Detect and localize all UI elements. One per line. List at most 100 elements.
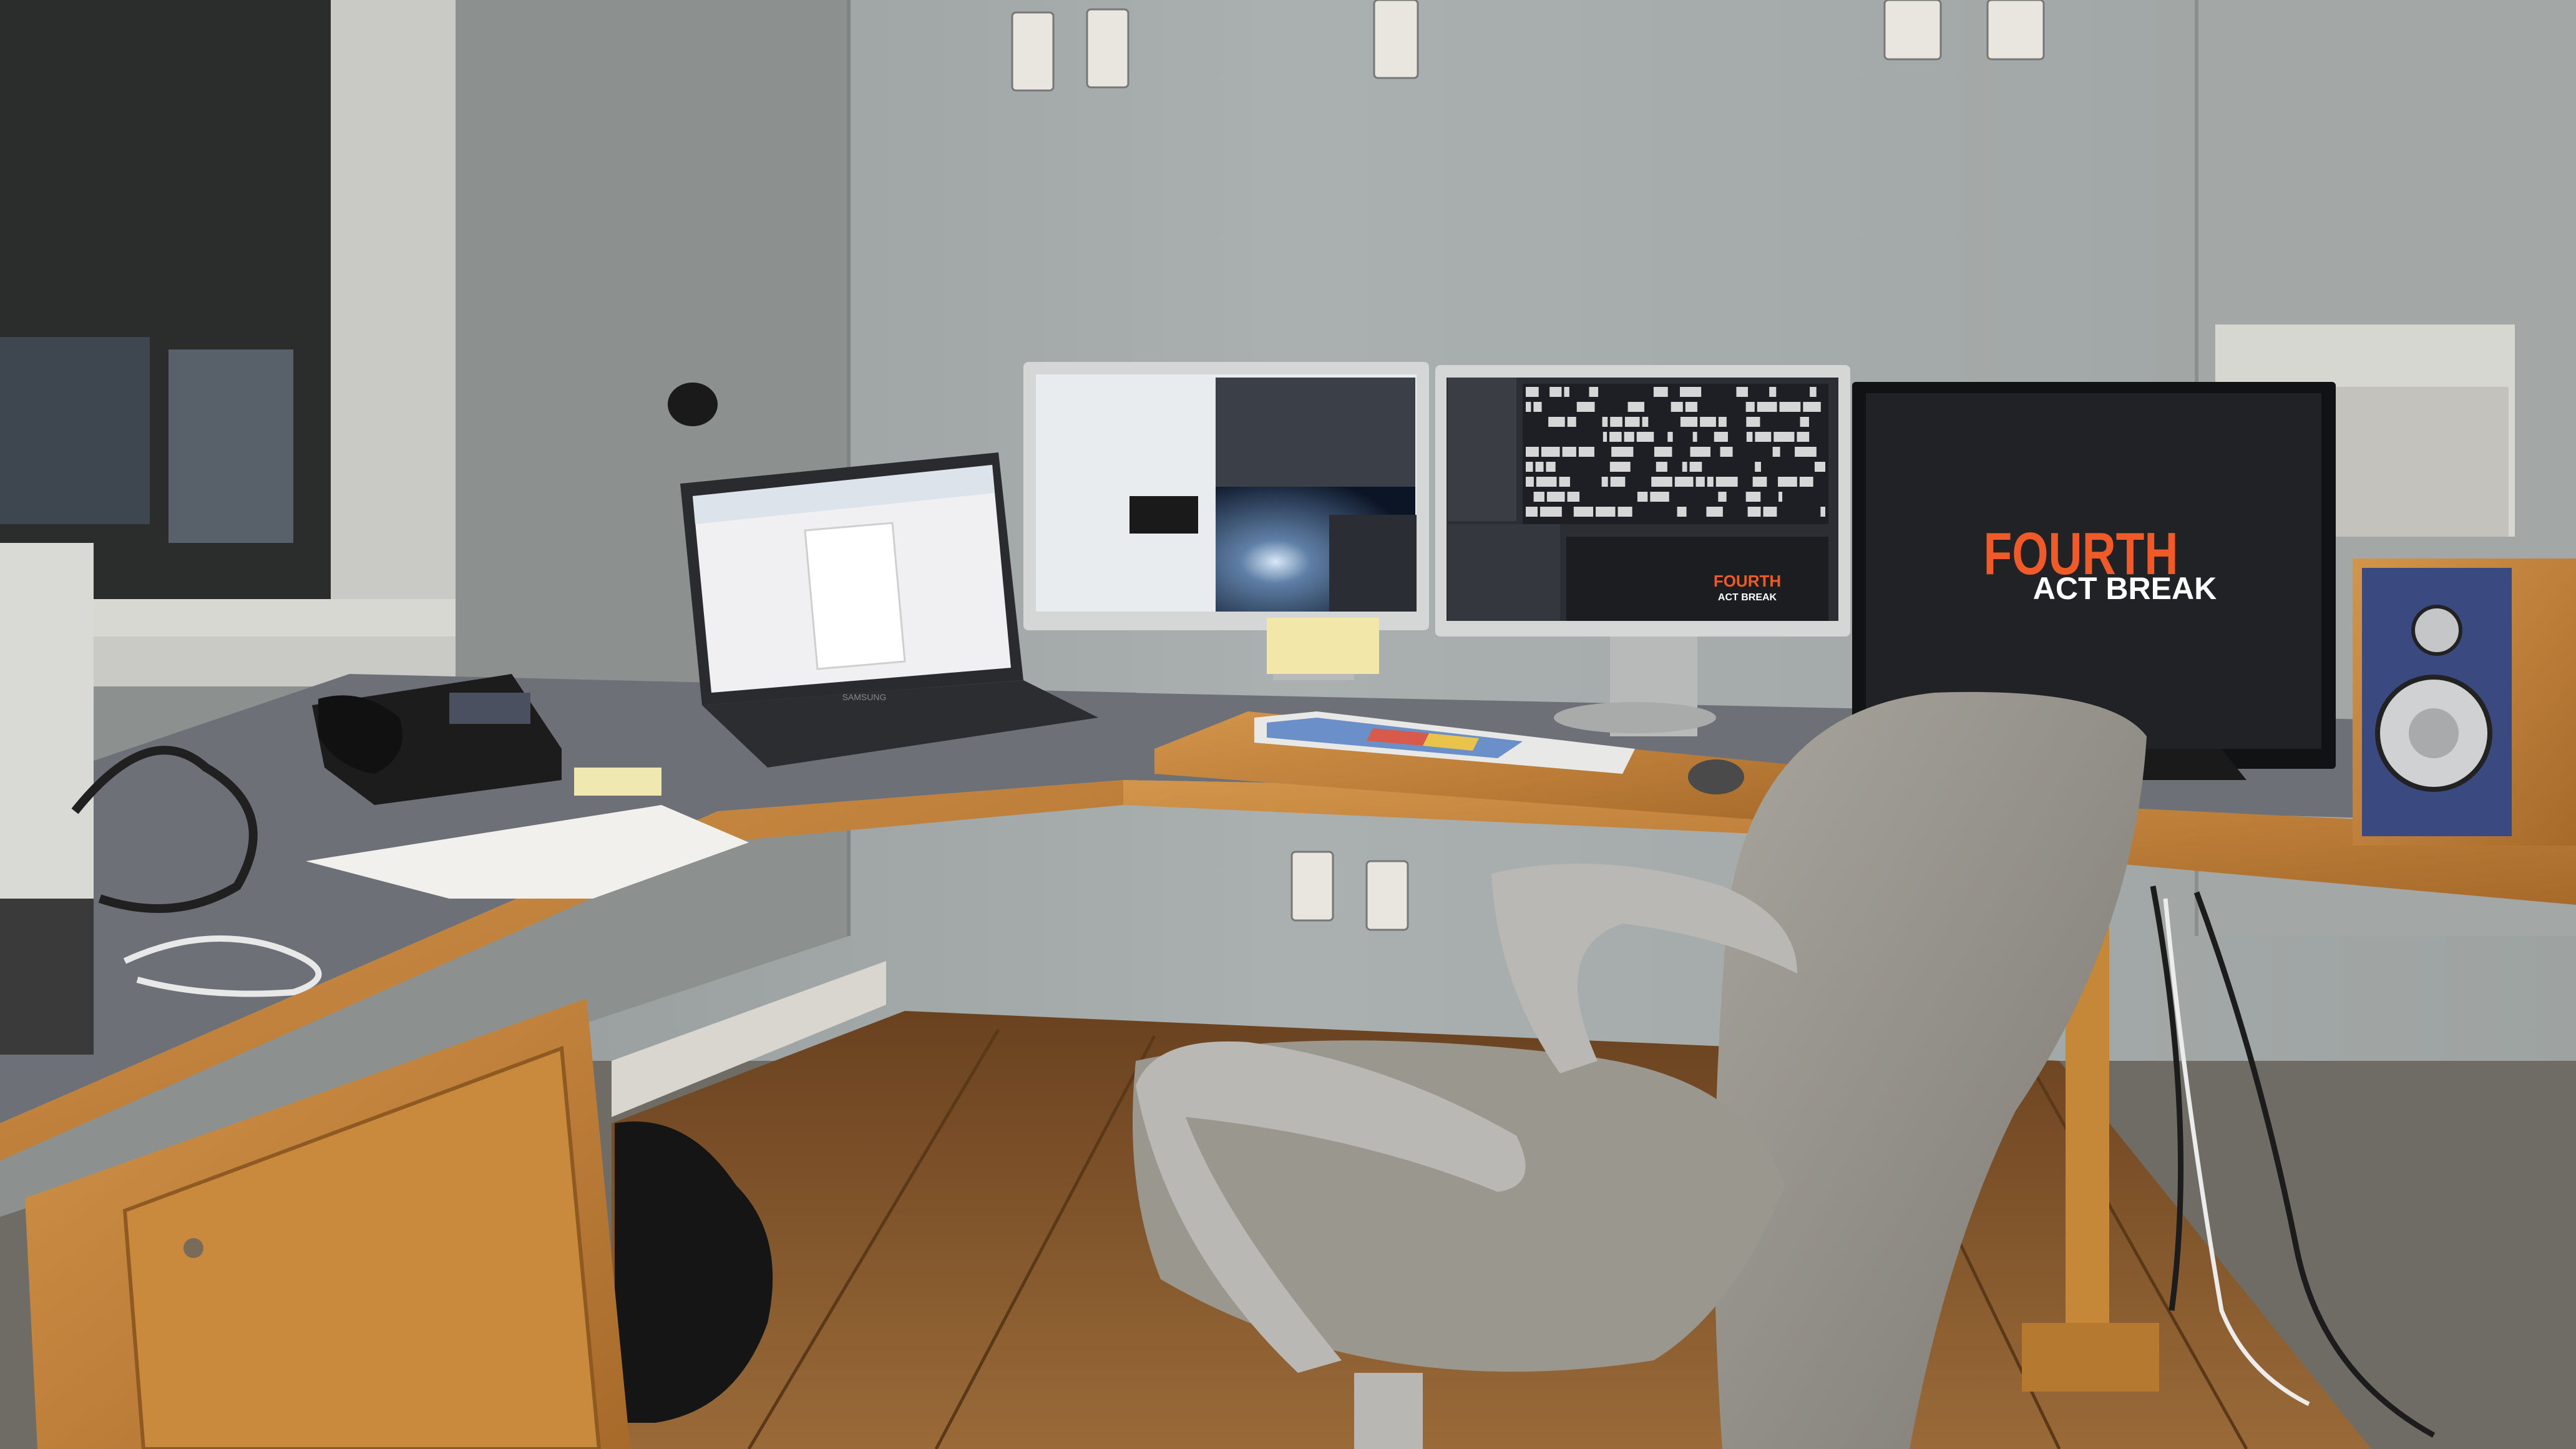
timeline-clip xyxy=(1745,492,1761,502)
speaker-tweeter xyxy=(2411,605,2462,656)
timeline-clip xyxy=(1746,432,1753,442)
timeline-clip xyxy=(1654,447,1672,457)
timeline-clip xyxy=(1720,447,1733,457)
wall-outlet xyxy=(1086,8,1129,89)
reflected-monitor-1 xyxy=(0,337,150,524)
timeline-clip xyxy=(1714,432,1728,442)
timeline-clip xyxy=(1539,507,1562,517)
cabinet-lock xyxy=(183,1238,203,1258)
laptop-brand: SAMSUNG xyxy=(842,692,887,702)
wall-outlet xyxy=(1365,860,1409,931)
timeline-clip xyxy=(1763,507,1777,517)
timeline-clip xyxy=(1627,402,1644,412)
timeline-clip xyxy=(1820,507,1825,517)
timeline-clip xyxy=(1559,477,1570,487)
timeline-clip xyxy=(1671,402,1683,412)
timeline-clip xyxy=(1549,387,1562,397)
timeline-clip xyxy=(1589,387,1599,397)
timeline-clip xyxy=(1533,402,1542,412)
timeline-clip xyxy=(1535,462,1544,472)
timeline-clip xyxy=(1773,432,1795,442)
timeline-clip xyxy=(1526,477,1534,487)
timeline-clip xyxy=(1797,432,1810,442)
timeline-clip xyxy=(1757,402,1777,412)
timeline-clip xyxy=(1680,417,1698,427)
timeline-clip xyxy=(1601,477,1608,487)
title-card-line-2: ACT BREAK xyxy=(2033,571,2217,606)
timeline-clip xyxy=(1526,507,1538,517)
timeline-clip xyxy=(1637,492,1648,502)
timeline-clip xyxy=(1715,477,1738,487)
timeline-clip xyxy=(1779,402,1801,412)
timeline-clip xyxy=(1685,402,1697,412)
timeline-clip xyxy=(1548,417,1565,427)
monitor-1-thumbnail xyxy=(1129,496,1198,534)
timeline-clip xyxy=(1677,507,1687,517)
timeline-clip xyxy=(1718,417,1727,427)
timeline-clip xyxy=(1546,492,1565,502)
wall-outlet xyxy=(1290,851,1334,922)
timeline-clip xyxy=(1526,462,1533,472)
timeline-clip xyxy=(1736,387,1749,397)
timeline-clip xyxy=(1526,387,1539,397)
sticky-note-on-stand xyxy=(1267,618,1323,674)
timeline-clip xyxy=(1707,477,1714,487)
timeline-clip xyxy=(1747,507,1761,517)
timeline-clip xyxy=(1573,507,1594,517)
timeline-clip xyxy=(1706,507,1723,517)
timeline-clip xyxy=(1567,417,1576,427)
timeline-clip xyxy=(1636,432,1654,442)
timeline-clip xyxy=(1526,447,1539,457)
timeline-clip xyxy=(1603,432,1608,442)
timeline-clip xyxy=(1803,402,1821,412)
timeline-clip xyxy=(1564,387,1569,397)
wall-outlet xyxy=(1986,0,2045,61)
timeline-clip xyxy=(1718,492,1727,502)
timeline-clip xyxy=(1596,507,1616,517)
chair-gas-lift xyxy=(1354,1373,1423,1449)
timeline-clip xyxy=(1778,477,1797,487)
timeline-clip xyxy=(1772,447,1780,457)
timeline-clip xyxy=(1692,432,1697,442)
timeline-clip xyxy=(1778,492,1783,502)
timeline-clip xyxy=(1800,417,1809,427)
small-preview-window xyxy=(1566,537,1828,621)
timeline-clip xyxy=(1610,477,1626,487)
timeline-clip xyxy=(1650,492,1669,502)
monitor-1-panel xyxy=(1329,515,1417,612)
timeline-clip xyxy=(1769,387,1777,397)
speaker-woofer-cone xyxy=(2409,708,2459,758)
timeline-clip xyxy=(1617,507,1632,517)
sticky-notes xyxy=(574,768,661,796)
desk-leg-base xyxy=(2022,1323,2159,1392)
timeline-clip xyxy=(1674,477,1694,487)
timeline-clip xyxy=(1795,447,1817,457)
timeline-clip xyxy=(1682,462,1687,472)
wall-outlet xyxy=(1883,0,1942,61)
timeline-clip xyxy=(1609,432,1622,442)
timeline-clip xyxy=(1745,402,1755,412)
preview-title-line-2: ACT BREAK xyxy=(1718,592,1777,603)
editing-suite-photo: SAMSUNG FOURTH ACT BREAK FOURTH ACT BREA… xyxy=(0,0,2576,1449)
sticky-note-on-stand xyxy=(1323,618,1379,674)
phone-display xyxy=(449,693,530,724)
timeline-clip xyxy=(1653,387,1668,397)
timeline-clip xyxy=(1602,417,1608,427)
wall-outlet xyxy=(1373,0,1419,79)
timeline-clip xyxy=(1656,462,1667,472)
timeline-clip xyxy=(1799,477,1813,487)
monitor-2-sidebar xyxy=(1448,378,1516,521)
monitor-2-bin-panel xyxy=(1448,524,1560,621)
reflected-monitor-2 xyxy=(168,349,293,543)
monitor-stand-base xyxy=(1554,702,1716,733)
timeline-clip xyxy=(1609,462,1631,472)
timeline-clip xyxy=(1624,417,1640,427)
timeline-clip xyxy=(1567,492,1580,502)
timeline-clip xyxy=(1810,387,1817,397)
timeline-clip xyxy=(1624,432,1634,442)
laptop-document xyxy=(804,522,906,670)
timeline-clip xyxy=(1536,477,1557,487)
timeline-clip xyxy=(1562,447,1576,457)
timeline-clip xyxy=(1578,447,1594,457)
timeline-clip xyxy=(1690,447,1710,457)
